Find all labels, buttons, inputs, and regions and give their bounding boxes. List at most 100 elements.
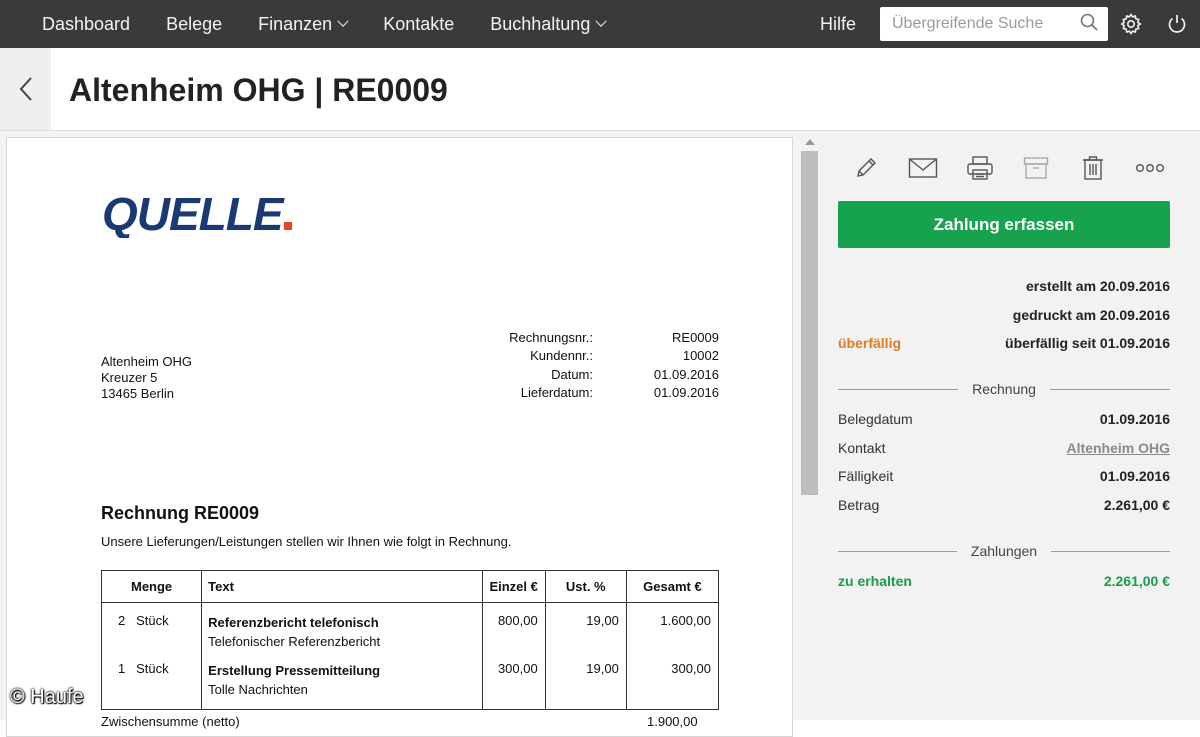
printer-icon [966,156,993,180]
nav-label: Kontakte [383,13,455,34]
meta-row: Kundennr.: 10002 [407,347,719,366]
settings-gear-icon[interactable] [1108,0,1154,48]
email-button[interactable] [895,151,952,185]
field-value: 01.09.2016 [1099,411,1170,427]
field-value: 01.09.2016 [1099,468,1170,484]
meta-label: Kundennr.: [530,348,593,364]
column-header: Einzel € [481,570,546,603]
help-link[interactable]: Hilfe [820,14,880,35]
field-label: Belegdatum [838,411,913,427]
power-icon[interactable] [1154,0,1200,48]
text-cell: Erstellung Pressemitteilung Tolle Nachric… [201,651,483,710]
receivable-row: zu erhalten 2.261,00 € [838,573,1170,589]
invoice-intro: Unsere Lieferungen/Leistungen stellen wi… [101,534,512,549]
item-description: Telefonischer Referenzbericht [208,634,381,649]
search-input[interactable] [892,15,1080,33]
printed-date: gedruckt am 20.09.2016 [1012,307,1170,323]
chevron-down-icon [595,15,608,27]
meta-label: Rechnungsnr.: [509,329,593,345]
divider [838,550,957,552]
section-title: Zahlungen [970,543,1038,559]
field-kontakt: Kontakt Altenheim OHG [838,440,1170,456]
column-header: Ust. % [544,570,627,603]
nav-finanzen[interactable]: Finanzen [240,0,365,48]
meta-label: Datum: [551,366,593,382]
mail-icon [908,158,938,178]
recipient-address: Altenheim OHG Kreuzer 5 13465 Berlin [101,354,192,402]
meta-label: Lieferdatum: [520,385,593,401]
divider [1051,550,1171,552]
nav-label: Buchhaltung [490,13,591,34]
invoice-meta: Rechnungsnr.: RE0009 Kundennr.: 10002 Datu… [407,328,719,402]
meta-value: 01.09.2016 [653,366,719,382]
unit: Stück [136,661,169,676]
pencil-icon [857,158,877,177]
recipient-street: Kreuzer 5 [101,370,158,385]
table-row: 1 Stück Erstellung Pressemitteilung Tolle… [100,651,720,710]
item-title: Erstellung Pressemitteilung [208,663,381,678]
table-row: 2 Stück Referenzbericht telefonisch Telef… [100,602,720,651]
field-belegdatum: Belegdatum 01.09.2016 [838,411,1170,427]
more-button[interactable] [1121,151,1178,185]
meta-row: Rechnungsnr.: RE0009 [407,328,719,347]
text-cell: Referenzbericht telefonisch Telefonischer… [201,602,483,651]
item-description: Tolle Nachrichten [208,682,308,697]
status-badge: überfällig [838,335,902,351]
svg-text:QUELLE: QUELLE [102,188,285,238]
item-title: Referenzbericht telefonisch [208,615,379,630]
trash-icon [1083,156,1104,180]
price-cell: 300,00 [481,651,546,710]
field-label: Betrag [838,497,880,513]
scroll-thumb[interactable] [801,151,818,495]
archive-icon [1024,157,1049,179]
chevron-down-icon [337,15,349,27]
receivable-value: 2.261,00 € [1103,573,1170,589]
column-header: Gesamt € [625,570,720,603]
invoice-section-header: Rechnung [838,379,1171,399]
top-navigation: Dashboard Belege Finanzen Kontakte Buchh… [0,0,1200,48]
print-button[interactable] [951,151,1008,185]
divider [838,388,959,390]
line-items-table: Menge Text Einzel € Ust. % Gesamt € 2 St… [100,570,720,710]
nav-belege[interactable]: Belege [148,0,240,48]
archive-button[interactable] [1008,151,1065,185]
record-payment-button[interactable]: Zahlung erfassen [838,201,1170,248]
price-cell: 800,00 [481,602,546,651]
contact-link[interactable]: Altenheim OHG [1067,440,1170,456]
field-label: Fälligkeit [838,468,894,484]
invoice-title: Rechnung RE0009 [101,503,260,523]
watermark: © Haufe [10,686,84,708]
search-icon[interactable] [1080,13,1098,36]
vat-cell: 19,00 [544,602,627,651]
nav-buchhaltung[interactable]: Buchhaltung [472,0,623,48]
document-scrollbar[interactable] [800,131,820,720]
recipient-city: 13465 Berlin [101,386,174,401]
meta-value: RE0009 [672,329,719,345]
quantity-cell: 1 Stück [100,651,203,710]
document-preview: QUELLE Altenheim OHG Kreuzer 5 13465 Ber… [0,131,820,737]
total-cell: 300,00 [625,651,720,710]
total-cell: 1.600,00 [625,602,720,651]
receivable-label: zu erhalten [838,573,912,589]
company-logo: QUELLE [102,188,302,243]
page-title: Altenheim OHG | RE0009 [69,72,448,108]
edit-button[interactable] [838,151,895,185]
page-header: Altenheim OHG | RE0009 [0,48,1200,131]
delete-button[interactable] [1065,151,1122,185]
nav-kontakte[interactable]: Kontakte [365,0,472,48]
recipient-name: Altenheim OHG [101,354,193,369]
nav-dashboard[interactable]: Dashboard [0,0,148,48]
divider [1049,388,1171,390]
scroll-up-arrow-icon[interactable] [805,139,815,145]
quantity-cell: 2 Stück [100,602,203,651]
subtotal-label: Zwischensumme (netto) [101,714,240,729]
back-button[interactable] [0,48,51,130]
chevron-left-icon [19,77,32,101]
payments-section-header: Zahlungen [838,541,1171,561]
quantity: 2 [118,613,126,628]
quantity: 1 [118,661,126,676]
meta-value: 10002 [682,348,719,364]
meta-row: Datum: 01.09.2016 [407,365,719,384]
field-label: Kontakt [838,440,886,456]
field-value: 2.261,00 € [1103,497,1170,513]
